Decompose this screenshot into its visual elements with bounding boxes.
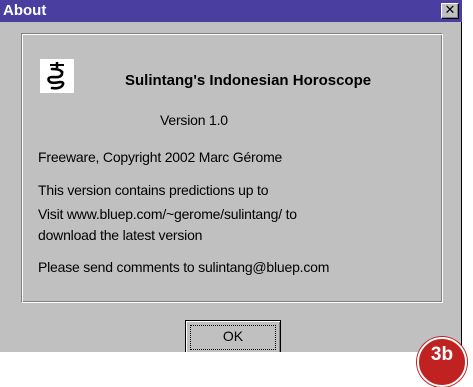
- step-badge-label: 3b: [430, 344, 454, 365]
- step-badge: 3b: [417, 337, 467, 387]
- close-icon: ✕: [444, 3, 456, 18]
- visit-text: Visit www.bluep.com/~gerome/sulintang/ t…: [38, 206, 297, 222]
- download-text: download the latest version: [38, 227, 203, 243]
- window-title: About: [3, 2, 47, 19]
- title-bar[interactable]: About ✕: [0, 0, 462, 22]
- comments-text: Please send comments to sulintang@bluep.…: [38, 259, 330, 275]
- about-dialog: About ✕ Sulintang's Indonesian Horoscope…: [0, 0, 462, 352]
- copyright-text: Freeware, Copyright 2002 Marc Gérome: [38, 149, 283, 165]
- version-label: Version 1.0: [160, 112, 228, 128]
- close-button[interactable]: ✕: [441, 3, 459, 19]
- app-title: Sulintang's Indonesian Horoscope: [125, 72, 372, 89]
- predictions-text: This version contains predictions up to: [38, 182, 269, 198]
- focus-rectangle: [190, 325, 276, 350]
- ok-button[interactable]: OK: [185, 320, 281, 352]
- dragon-logo-icon: [40, 59, 74, 93]
